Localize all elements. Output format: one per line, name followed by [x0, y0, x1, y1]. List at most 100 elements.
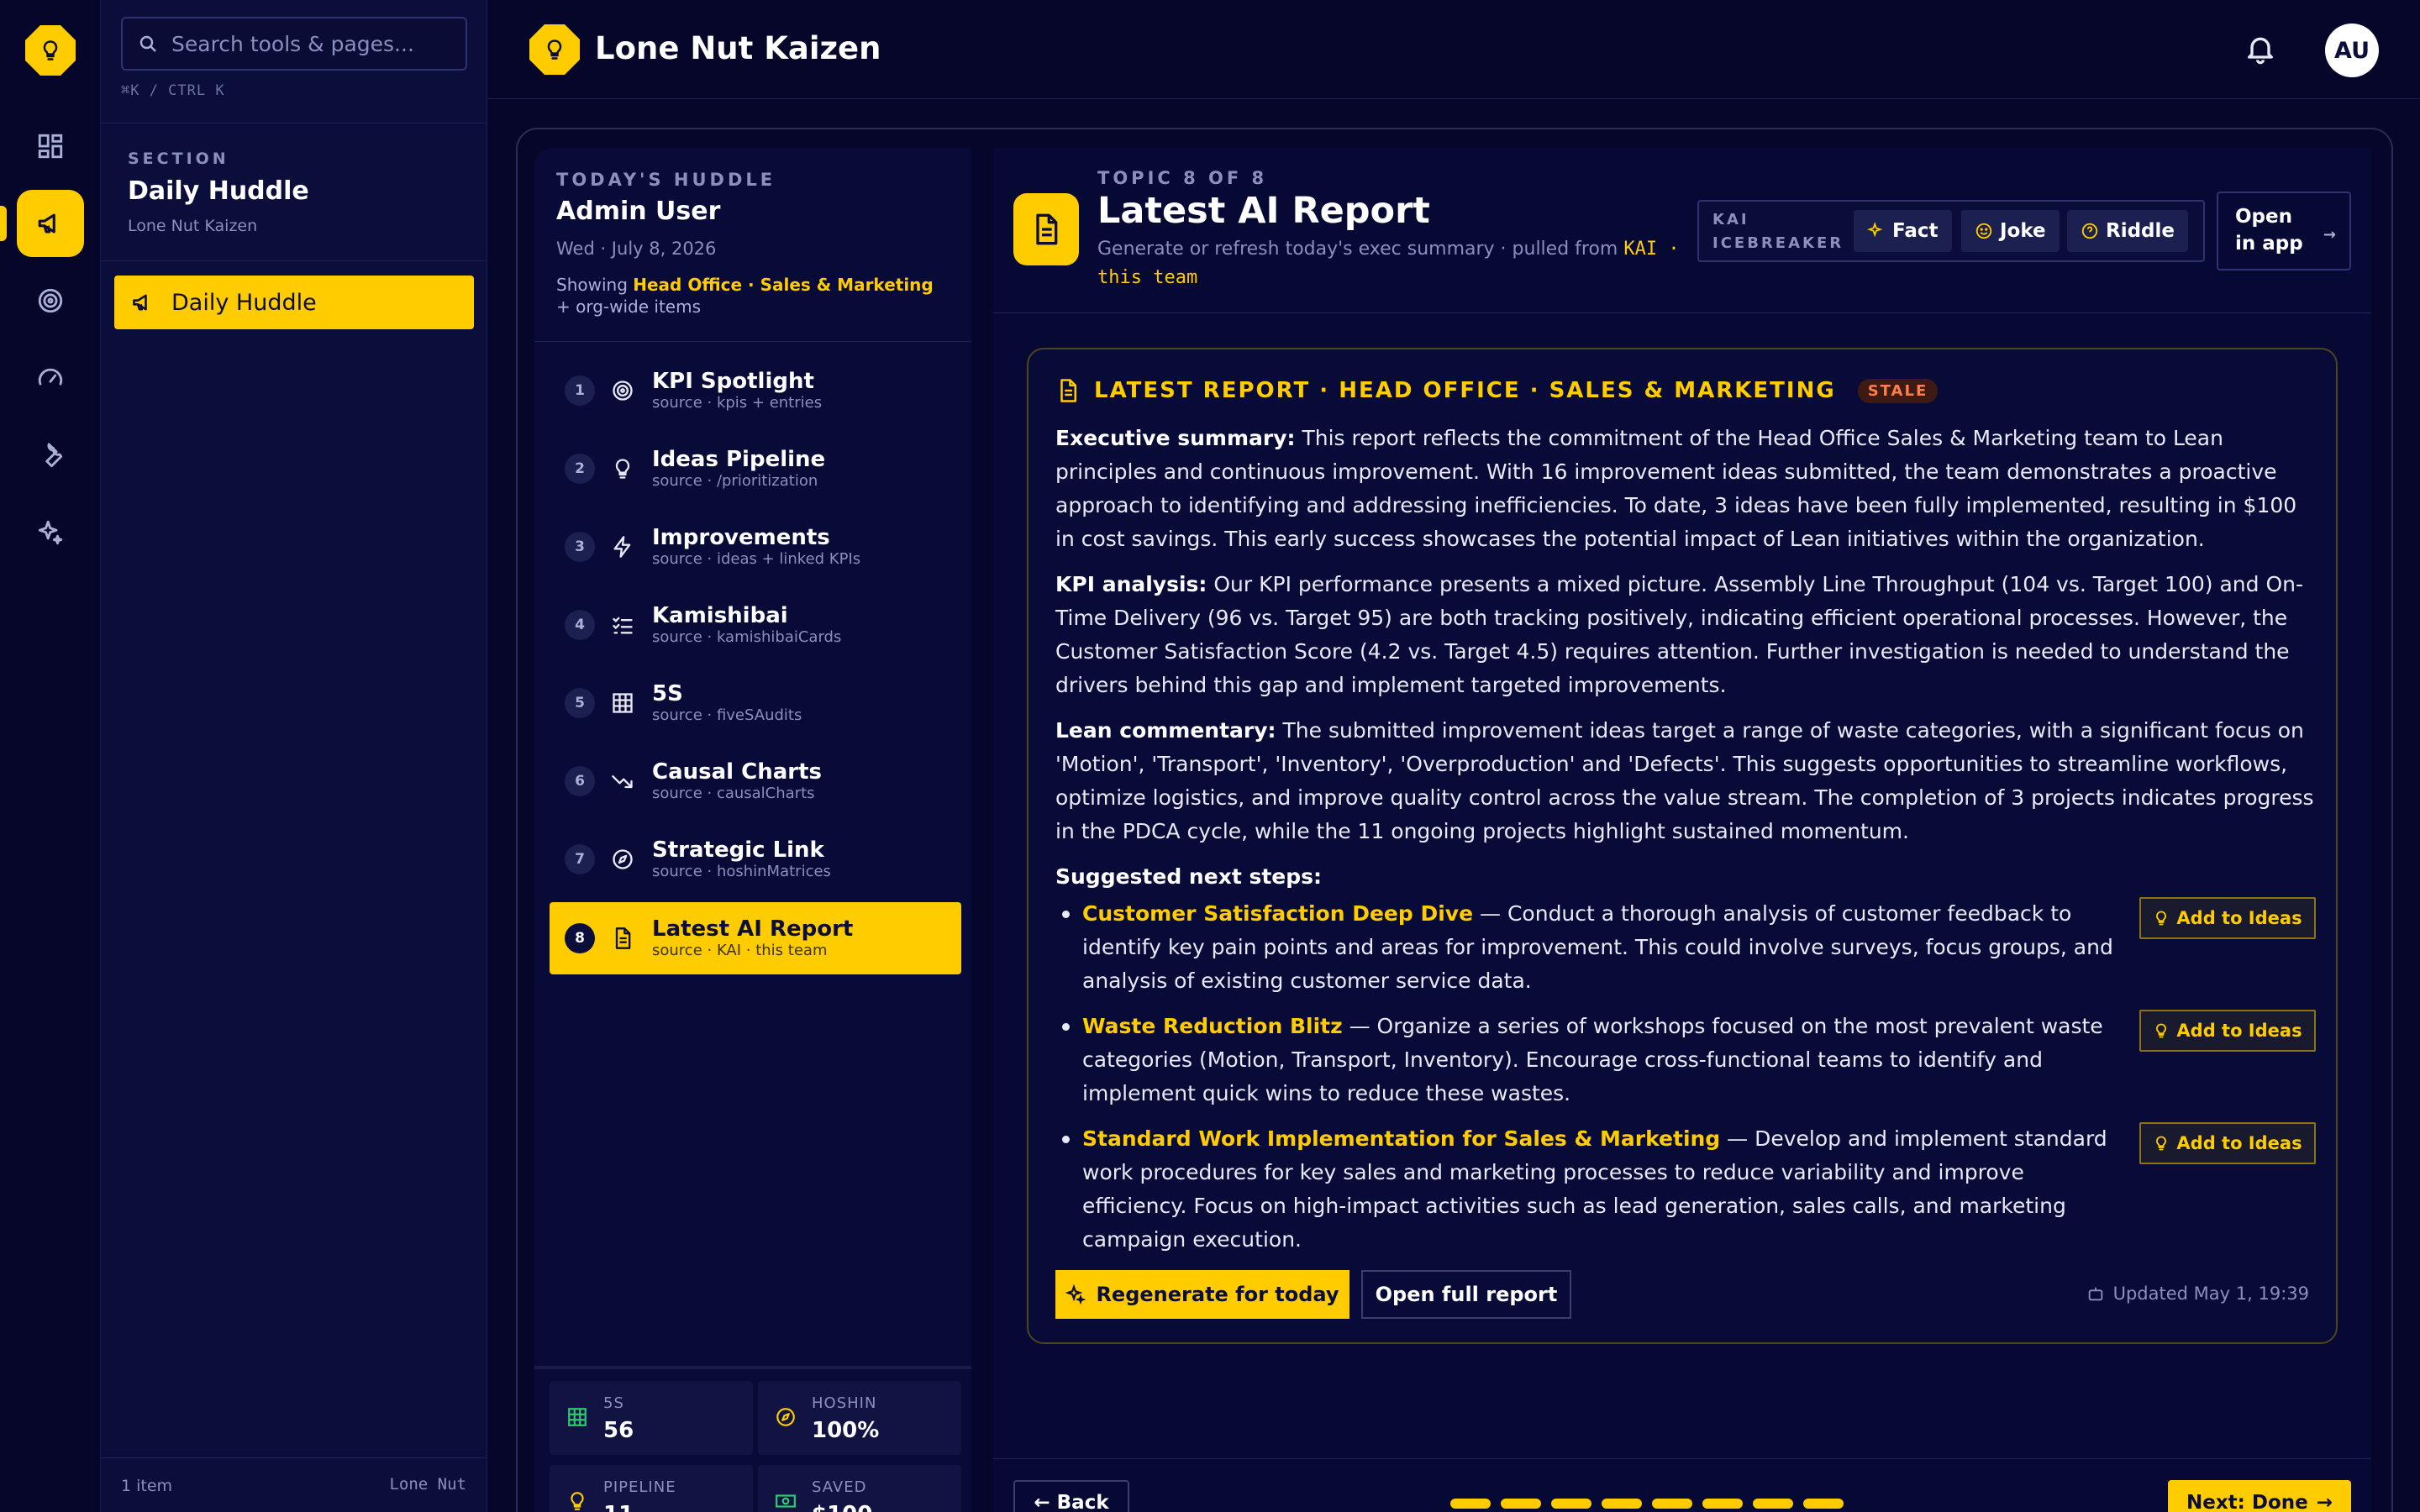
topic-improvements[interactable]: 3 Improvements source · ideas + linked KP…	[550, 511, 961, 583]
topic-name: Ideas Pipeline	[652, 447, 826, 472]
footer-brand: Lone Nut	[389, 1475, 466, 1494]
topic-subtitle: Generate or refresh today's exec summary…	[1097, 239, 1680, 288]
target-icon[interactable]	[17, 267, 84, 334]
next-steps-list: Customer Satisfaction Deep Dive — Conduc…	[1055, 897, 2316, 1257]
lightning-icon	[610, 535, 635, 559]
topic-name: Causal Charts	[652, 759, 822, 785]
steps-heading: Suggested next steps:	[1055, 864, 1323, 889]
lightbulb-icon	[610, 457, 635, 480]
app-title: Lone Nut Kaizen	[595, 30, 881, 66]
section-subtitle: Lone Nut Kaizen	[128, 217, 258, 235]
add-to-ideas-button[interactable]: Add to Ideas	[2139, 897, 2316, 939]
topic-5s[interactable]: 5 5S source · fiveSAudits	[550, 667, 961, 739]
joke-button[interactable]: Joke	[1961, 210, 2060, 252]
next-button[interactable]: Next: Done →	[2168, 1480, 2351, 1512]
user-avatar[interactable]: AU	[2325, 24, 2379, 77]
topic-source: source · KAI · this team	[652, 942, 828, 959]
nav-item-daily-huddle[interactable]: Daily Huddle	[114, 276, 474, 329]
latest-report-card: LATEST REPORT · HEAD OFFICE · SALES & MA…	[1027, 348, 2338, 1344]
topic-causal-charts[interactable]: 6 Causal Charts source · causalCharts	[550, 745, 961, 817]
lightbulb-icon	[2156, 1023, 2167, 1038]
grid-icon	[566, 1406, 588, 1428]
stat-pipeline[interactable]: PIPELINE 11	[550, 1465, 753, 1512]
dashboard-icon[interactable]	[17, 113, 84, 180]
question-icon	[2081, 223, 2098, 239]
sparkles-icon[interactable]	[17, 499, 84, 566]
sparkles-icon	[1065, 1284, 1086, 1305]
topic-content-panel: TOPIC 8 OF 8 Latest AI Report Generate o…	[993, 148, 2371, 1512]
riddle-button[interactable]: Riddle	[2067, 210, 2189, 252]
status-badge: STALE	[1857, 378, 1939, 403]
top-header: Lone Nut Kaizen AU	[487, 0, 2420, 99]
topic-ideas-pipeline[interactable]: 2 Ideas Pipeline source · /prioritization	[550, 433, 961, 505]
robot-icon	[2088, 1287, 2102, 1301]
topic-name: Latest AI Report	[652, 916, 854, 942]
executive-summary: Executive summary: This report reflects …	[1055, 426, 2297, 551]
lightbulb-icon	[2156, 1136, 2167, 1151]
topic-source: source · kpis + entries	[652, 394, 823, 412]
progress-dot[interactable]	[1753, 1499, 1793, 1509]
progress-dot[interactable]	[1450, 1499, 1491, 1509]
document-icon	[1060, 379, 1076, 402]
topic-name: KPI Spotlight	[652, 369, 814, 394]
progress-dot[interactable]	[1803, 1499, 1844, 1509]
regenerate-button[interactable]: Regenerate for today	[1055, 1270, 1349, 1319]
progress-dot[interactable]	[1602, 1499, 1642, 1509]
wrench-icon[interactable]	[17, 422, 84, 489]
search-shortcut-hint: ⌘K / CTRL K	[121, 82, 225, 99]
topic-name: Improvements	[652, 525, 830, 550]
active-indicator	[0, 206, 7, 241]
topic-source: source · kamishibaiCards	[652, 628, 842, 646]
progress-dot[interactable]	[1501, 1499, 1541, 1509]
app-logo-icon[interactable]	[25, 25, 76, 76]
money-icon	[775, 1490, 797, 1512]
gauge-icon[interactable]	[17, 344, 84, 412]
add-to-ideas-button[interactable]: Add to Ideas	[2139, 1010, 2316, 1052]
arrow-right-icon: →	[2316, 1492, 2333, 1512]
divider	[101, 260, 487, 261]
topic-strategic-link[interactable]: 7 Strategic Link source · hoshinMatrices	[550, 823, 961, 895]
section-panel: ⌘K / CTRL K SECTION Daily Huddle Lone Nu…	[101, 0, 487, 1512]
lightbulb-icon	[566, 1490, 588, 1512]
trend-down-icon	[610, 769, 635, 793]
topic-source: source · ideas + linked KPIs	[652, 550, 861, 568]
nav-item-label: Daily Huddle	[171, 289, 317, 316]
huddle-date: Wed · July 8, 2026	[556, 239, 717, 259]
huddle-label: TODAY'S HUDDLE	[556, 170, 776, 190]
topic-counter: TOPIC 8 OF 8	[1097, 168, 1268, 188]
topic-kamishibai[interactable]: 4 Kamishibai source · kamishibaiCards	[550, 589, 961, 661]
stat-saved[interactable]: SAVED $100	[758, 1465, 961, 1512]
topic-title: Latest AI Report	[1097, 190, 1430, 232]
search-box[interactable]	[121, 17, 467, 71]
stat-hoshin[interactable]: HOSHIN 100%	[758, 1381, 961, 1455]
back-button[interactable]: ← Back	[1013, 1480, 1129, 1512]
huddle-user: Admin User	[556, 197, 721, 226]
topic-latest-ai-report[interactable]: 8 Latest AI Report source · KAI · this te…	[550, 902, 961, 974]
megaphone-icon[interactable]	[17, 190, 84, 257]
search-icon	[139, 35, 156, 52]
divider	[101, 1457, 487, 1458]
open-full-report-button[interactable]: Open full report	[1361, 1270, 1571, 1319]
progress-dot[interactable]	[1652, 1499, 1692, 1509]
open-in-app-button[interactable]: Open in app →	[2217, 192, 2351, 270]
item-count: 1 item	[121, 1477, 173, 1495]
search-input[interactable]	[171, 31, 440, 56]
kai-icebreaker: KAI ICEBREAKER Fact Joke Riddle	[1697, 200, 2205, 262]
topic-kpi-spotlight[interactable]: 1 KPI Spotlight source · kpis + entries	[550, 354, 961, 427]
divider	[534, 341, 971, 342]
scope-highlight: Head Office · Sales & Marketing	[633, 275, 934, 295]
report-body: Executive summary: This report reflects …	[1055, 422, 2316, 1268]
progress-dots	[1450, 1499, 1844, 1509]
fact-button[interactable]: Fact	[1854, 210, 1952, 252]
progress-dot[interactable]	[1702, 1499, 1743, 1509]
stat-5s[interactable]: 5S 56	[550, 1381, 753, 1455]
target-icon	[610, 379, 635, 402]
topic-source: source · /prioritization	[652, 472, 818, 490]
grid-icon	[610, 691, 635, 715]
report-title: LATEST REPORT · HEAD OFFICE · SALES & MA…	[1094, 378, 1836, 403]
add-to-ideas-button[interactable]: Add to Ideas	[2139, 1122, 2316, 1164]
progress-dot[interactable]	[1551, 1499, 1591, 1509]
kpi-analysis: KPI analysis: Our KPI performance presen…	[1055, 572, 2303, 697]
topic-name: Strategic Link	[652, 837, 824, 863]
bell-icon[interactable]	[2244, 32, 2277, 66]
